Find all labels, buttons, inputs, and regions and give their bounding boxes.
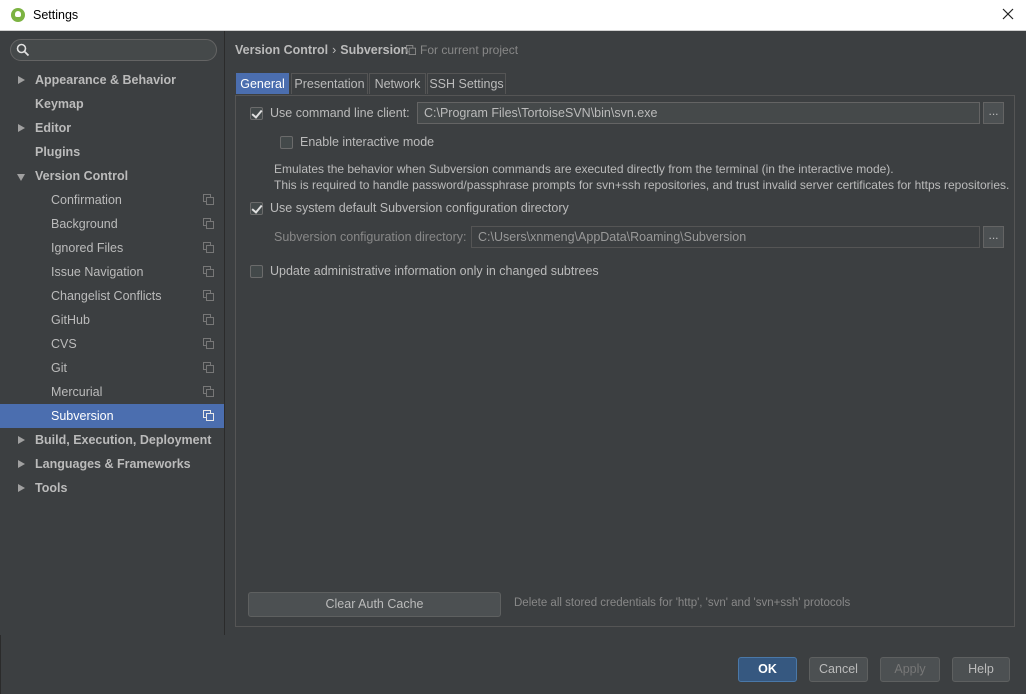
expand-arrow-icon[interactable] — [18, 76, 25, 84]
project-scope-icon — [203, 410, 214, 421]
use-command-line-client-checkbox[interactable] — [250, 107, 263, 120]
interactive-mode-description: Emulates the behavior when Subversion co… — [274, 161, 1009, 193]
sidebar-item-languages-frameworks[interactable]: Languages & Frameworks — [0, 452, 224, 476]
browse-svn-executable-button[interactable]: ... — [983, 102, 1004, 124]
settings-tree: Appearance & Behavior Keymap Editor Plug… — [0, 68, 224, 500]
sidebar-item-ignored-files[interactable]: Ignored Files — [0, 236, 224, 260]
sidebar-item-label: Issue Navigation — [51, 265, 144, 279]
sidebar-item-label: Background — [51, 217, 118, 231]
collapse-arrow-icon[interactable] — [17, 174, 25, 181]
search-icon — [16, 43, 30, 57]
update-admin-info-checkbox[interactable] — [250, 265, 263, 278]
expand-arrow-icon[interactable] — [18, 436, 25, 444]
sidebar-item-label: Confirmation — [51, 193, 122, 207]
description-line: This is required to handle password/pass… — [274, 178, 1010, 192]
breadcrumb: Version Control › Subversion — [235, 43, 408, 57]
breadcrumb-separator: › — [332, 43, 337, 57]
sidebar-item-issue-navigation[interactable]: Issue Navigation — [0, 260, 224, 284]
sidebar-item-keymap[interactable]: Keymap — [0, 92, 224, 116]
sidebar-item-tools[interactable]: Tools — [0, 476, 224, 500]
ok-button[interactable]: OK — [738, 657, 797, 682]
sidebar-item-label: Tools — [35, 481, 68, 495]
breadcrumb-current: Subversion — [340, 43, 409, 57]
close-icon[interactable] — [998, 4, 1018, 24]
breadcrumb-parent[interactable]: Version Control — [235, 43, 328, 57]
sidebar-item-label: Subversion — [51, 409, 114, 423]
sidebar-item-label: Mercurial — [51, 385, 103, 399]
sidebar-item-git[interactable]: Git — [0, 356, 224, 380]
android-studio-icon — [11, 8, 25, 22]
sidebar-item-editor[interactable]: Editor — [0, 116, 224, 140]
sidebar-item-label: Git — [51, 361, 67, 375]
sidebar-item-label: Languages & Frameworks — [35, 457, 191, 471]
title-bar: Settings — [0, 0, 1026, 31]
cancel-button[interactable]: Cancel — [809, 657, 868, 682]
project-scope-icon — [406, 45, 416, 55]
sidebar-item-cvs[interactable]: CVS — [0, 332, 224, 356]
search-box[interactable] — [10, 39, 217, 61]
expand-arrow-icon[interactable] — [18, 484, 25, 492]
window-title: Settings — [33, 8, 79, 22]
tab-presentation[interactable]: Presentation — [291, 73, 368, 94]
project-scope-icon — [203, 242, 214, 253]
sidebar-item-build-execution-deployment[interactable]: Build, Execution, Deployment — [0, 428, 224, 452]
use-command-line-client-label: Use command line client: — [270, 106, 410, 120]
expand-arrow-icon[interactable] — [18, 124, 25, 132]
sidebar-item-label: Build, Execution, Deployment — [35, 433, 212, 447]
sidebar-item-appearance-behavior[interactable]: Appearance & Behavior — [0, 68, 224, 92]
tab-ssh-settings[interactable]: SSH Settings — [427, 73, 506, 94]
use-default-config-dir-checkbox[interactable] — [250, 202, 263, 215]
config-dir-field — [471, 226, 980, 248]
svn-executable-path-field[interactable] — [417, 102, 980, 124]
sidebar-item-confirmation[interactable]: Confirmation — [0, 188, 224, 212]
sidebar-item-subversion[interactable]: Subversion — [0, 404, 224, 428]
sidebar-item-changelist-conflicts[interactable]: Changelist Conflicts — [0, 284, 224, 308]
browse-config-dir-button[interactable]: ... — [983, 226, 1004, 248]
clear-auth-cache-button[interactable]: Clear Auth Cache — [248, 592, 501, 617]
sidebar-item-label: Ignored Files — [51, 241, 124, 255]
enable-interactive-mode-checkbox[interactable] — [280, 136, 293, 149]
search-input[interactable] — [35, 42, 214, 60]
clear-auth-cache-hint: Delete all stored credentials for 'http'… — [514, 597, 851, 609]
sidebar-item-version-control[interactable]: Version Control — [0, 164, 224, 188]
sidebar-item-label: Changelist Conflicts — [51, 289, 162, 303]
tab-network[interactable]: Network — [369, 73, 426, 94]
scope-label: For current project — [420, 43, 519, 57]
description-line: Emulates the behavior when Subversion co… — [274, 162, 894, 176]
help-button[interactable]: Help — [952, 657, 1010, 682]
sidebar-item-mercurial[interactable]: Mercurial — [0, 380, 224, 404]
project-scope-icon — [203, 290, 214, 301]
sidebar-item-label: Editor — [35, 121, 72, 135]
sidebar-item-label: Plugins — [35, 145, 81, 159]
project-scope-icon — [203, 362, 214, 373]
tab-general[interactable]: General — [236, 73, 289, 94]
sidebar-item-label: Version Control — [35, 169, 129, 183]
scope-indicator: For current project — [406, 43, 518, 57]
project-scope-icon — [203, 218, 214, 229]
project-scope-icon — [203, 314, 214, 325]
project-scope-icon — [203, 194, 214, 205]
sidebar-item-plugins[interactable]: Plugins — [0, 140, 224, 164]
config-dir-label: Subversion configuration directory: — [274, 230, 467, 244]
sidebar-item-label: Keymap — [35, 97, 84, 111]
update-admin-info-label: Update administrative information only i… — [270, 264, 599, 278]
expand-arrow-icon[interactable] — [18, 460, 25, 468]
project-scope-icon — [203, 338, 214, 349]
enable-interactive-mode-label: Enable interactive mode — [300, 135, 435, 149]
sidebar-item-github[interactable]: GitHub — [0, 308, 224, 332]
sidebar-item-background[interactable]: Background — [0, 212, 224, 236]
sidebar-item-label: CVS — [51, 337, 77, 351]
sidebar-item-label: GitHub — [51, 313, 90, 327]
apply-button[interactable]: Apply — [880, 657, 940, 682]
project-scope-icon — [203, 386, 214, 397]
settings-sidebar: Appearance & Behavior Keymap Editor Plug… — [0, 31, 225, 635]
use-default-config-dir-label: Use system default Subversion configurat… — [270, 201, 569, 215]
project-scope-icon — [203, 266, 214, 277]
sidebar-item-label: Appearance & Behavior — [35, 73, 177, 87]
